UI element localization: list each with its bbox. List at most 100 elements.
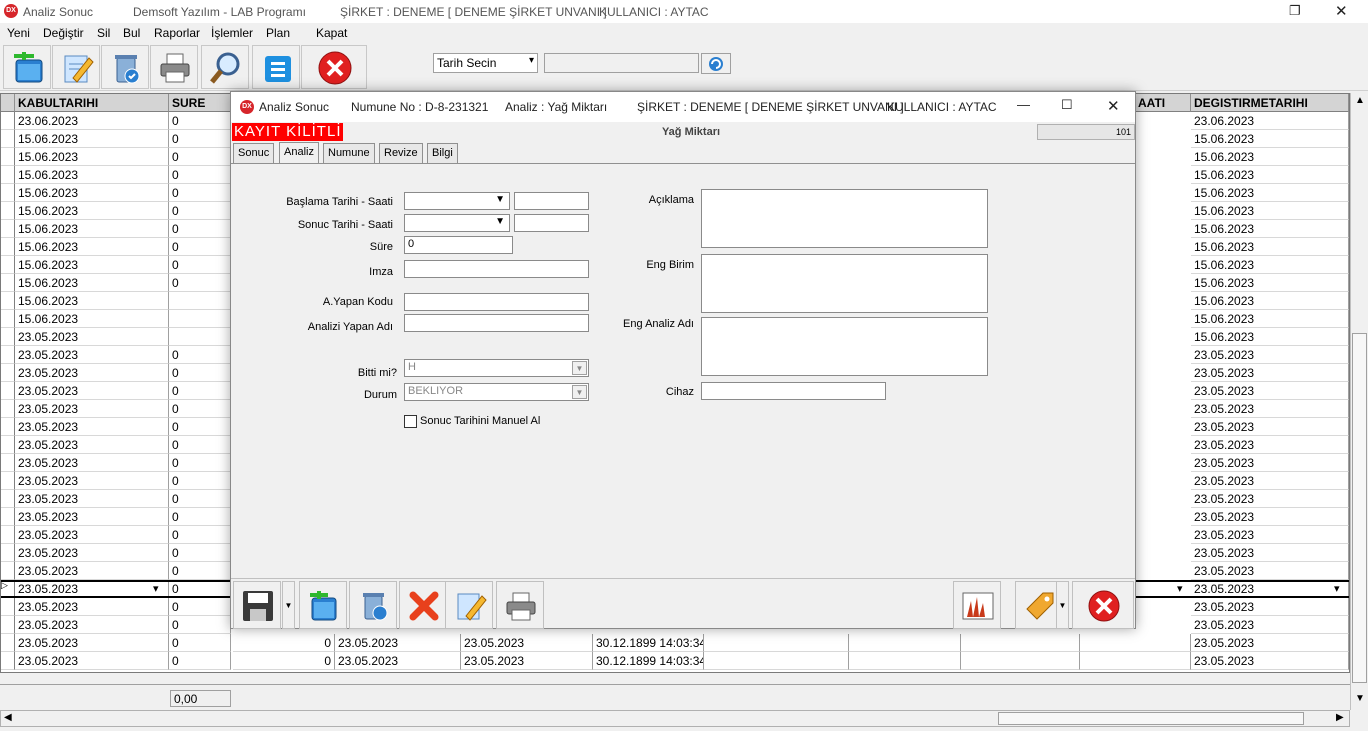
- cell-kabul[interactable]: 15.06.2023: [15, 274, 169, 292]
- row-indicator[interactable]: [1, 274, 15, 292]
- cell-kabul[interactable]: 23.05.2023: [15, 508, 169, 526]
- exit-button[interactable]: [301, 45, 367, 89]
- cell-degistirme[interactable]: 23.05.2023: [1191, 490, 1349, 508]
- cell-sure[interactable]: 0: [169, 202, 231, 220]
- cell-sure[interactable]: 0: [169, 130, 231, 148]
- cell-degistirme[interactable]: 23.05.2023: [1191, 544, 1349, 562]
- tab-sonuc[interactable]: Sonuc: [233, 143, 275, 163]
- cell-degistirme[interactable]: 23.05.2023: [1191, 400, 1349, 418]
- row-indicator[interactable]: [1, 436, 15, 454]
- cell-count[interactable]: 0: [233, 652, 335, 670]
- row-indicator[interactable]: [1, 652, 15, 670]
- cell-sure[interactable]: 0: [169, 598, 231, 616]
- cell-kabul[interactable]: 23.05.2023: [15, 490, 169, 508]
- row-indicator[interactable]: [1, 526, 15, 544]
- edit-button[interactable]: [52, 45, 100, 89]
- row-indicator[interactable]: [1, 346, 15, 364]
- cell-sure[interactable]: 0: [169, 148, 231, 166]
- cell-degistirme[interactable]: 15.06.2023: [1191, 202, 1349, 220]
- durum-select[interactable]: BEKLIYOR ▼: [404, 383, 589, 401]
- baslama-time-field[interactable]: [514, 192, 589, 210]
- sonuc-time-field[interactable]: [514, 214, 589, 232]
- row-indicator[interactable]: [1, 184, 15, 202]
- row-indicator[interactable]: [1, 454, 15, 472]
- cell-sure[interactable]: 0: [169, 508, 231, 526]
- cell-empty[interactable]: [961, 652, 1080, 670]
- row-indicator[interactable]: [1, 256, 15, 274]
- dialog-new-button[interactable]: [299, 581, 347, 629]
- cell-sure[interactable]: 0: [169, 580, 231, 598]
- row-indicator[interactable]: [1, 616, 15, 634]
- menu-item-plan[interactable]: Plan: [266, 26, 290, 40]
- cell-kabul[interactable]: 15.06.2023: [15, 184, 169, 202]
- cell-sure[interactable]: 0: [169, 616, 231, 634]
- column-header-kabul[interactable]: KABULTARIHI: [15, 94, 169, 112]
- dialog-cancel-button[interactable]: [399, 581, 447, 629]
- cell-sure[interactable]: [169, 328, 231, 346]
- dialog-close-icon[interactable]: ✕: [1107, 97, 1120, 115]
- cell-degistirme[interactable]: 15.06.2023: [1191, 130, 1349, 148]
- cell-degistirme[interactable]: 23.05.2023: [1191, 418, 1349, 436]
- baslama-date-picker[interactable]: ▼: [404, 192, 510, 210]
- row-indicator[interactable]: [1, 328, 15, 346]
- cell-sure[interactable]: [169, 292, 231, 310]
- row-indicator[interactable]: [1, 112, 15, 130]
- cell-empty[interactable]: [704, 634, 849, 652]
- cell-kabul[interactable]: 23.05.2023: [15, 418, 169, 436]
- scroll-up-icon[interactable]: ▲: [1355, 95, 1365, 106]
- cell-degistirme[interactable]: 15.06.2023: [1191, 274, 1349, 292]
- cell-kabul[interactable]: 15.06.2023: [15, 220, 169, 238]
- cell-kabul[interactable]: 23.05.2023: [15, 580, 169, 598]
- tab-numune[interactable]: Numune: [323, 143, 375, 163]
- row-indicator[interactable]: [1, 310, 15, 328]
- cell-kabul[interactable]: 23.05.2023: [15, 616, 169, 634]
- cell-empty[interactable]: [704, 652, 849, 670]
- cell-sure[interactable]: 0: [169, 274, 231, 292]
- sure-field[interactable]: 0: [404, 236, 513, 254]
- cell-empty[interactable]: [1080, 634, 1191, 652]
- refresh-button[interactable]: [701, 53, 731, 74]
- cell-kabul[interactable]: 23.05.2023: [15, 634, 169, 652]
- cell-degistirme[interactable]: 23.05.2023: [1191, 508, 1349, 526]
- cell-degistirme[interactable]: 15.06.2023: [1191, 166, 1349, 184]
- cell-sure[interactable]: 0: [169, 112, 231, 130]
- row-indicator[interactable]: [1, 490, 15, 508]
- cell-date-2[interactable]: 23.05.2023: [461, 634, 593, 652]
- row-indicator[interactable]: [1, 364, 15, 382]
- cell-degistirme[interactable]: 15.06.2023: [1191, 184, 1349, 202]
- restore-icon[interactable]: ❐: [1289, 3, 1301, 19]
- cell-sure[interactable]: 0: [169, 220, 231, 238]
- chevron-down-icon[interactable]: ▾: [1334, 582, 1340, 595]
- row-indicator[interactable]: [1, 598, 15, 616]
- cell-degistirme[interactable]: 15.06.2023: [1191, 220, 1349, 238]
- tab-bilgi[interactable]: Bilgi: [427, 143, 458, 163]
- cell-date-1[interactable]: 23.05.2023: [335, 634, 461, 652]
- aciklama-textarea[interactable]: [701, 189, 988, 248]
- row-indicator[interactable]: [1, 238, 15, 256]
- cell-degistirme[interactable]: 23.05.2023: [1191, 382, 1349, 400]
- horizontal-scroll-thumb[interactable]: [998, 712, 1304, 725]
- cell-degistirme[interactable]: 15.06.2023: [1191, 148, 1349, 166]
- cell-sure[interactable]: [169, 310, 231, 328]
- cell-kabul[interactable]: 23.05.2023: [15, 346, 169, 364]
- menu-item-raporlar[interactable]: Raporlar: [154, 26, 200, 40]
- cell-empty[interactable]: [849, 652, 961, 670]
- scroll-right-icon[interactable]: ▶: [1336, 712, 1344, 723]
- column-header-saati[interactable]: AATI: [1135, 94, 1191, 112]
- bitti-select[interactable]: H ▼: [404, 359, 589, 377]
- cell-degistirme[interactable]: 23.05.2023: [1191, 580, 1349, 598]
- cell-degistirme[interactable]: 15.06.2023: [1191, 292, 1349, 310]
- cell-empty[interactable]: [849, 634, 961, 652]
- row-indicator[interactable]: [1, 472, 15, 490]
- cell-kabul[interactable]: 23.05.2023: [15, 382, 169, 400]
- dialog-print-button[interactable]: [496, 581, 544, 629]
- maximize-icon[interactable]: ☐: [1061, 97, 1073, 113]
- dialog-edit-button[interactable]: [445, 581, 493, 629]
- cell-degistirme[interactable]: 23.05.2023: [1191, 616, 1349, 634]
- row-indicator[interactable]: [1, 562, 15, 580]
- imza-field[interactable]: [404, 260, 589, 278]
- print-button[interactable]: [150, 45, 198, 89]
- cell-kabul[interactable]: 23.05.2023: [15, 472, 169, 490]
- row-indicator[interactable]: [1, 634, 15, 652]
- row-indicator[interactable]: [1, 382, 15, 400]
